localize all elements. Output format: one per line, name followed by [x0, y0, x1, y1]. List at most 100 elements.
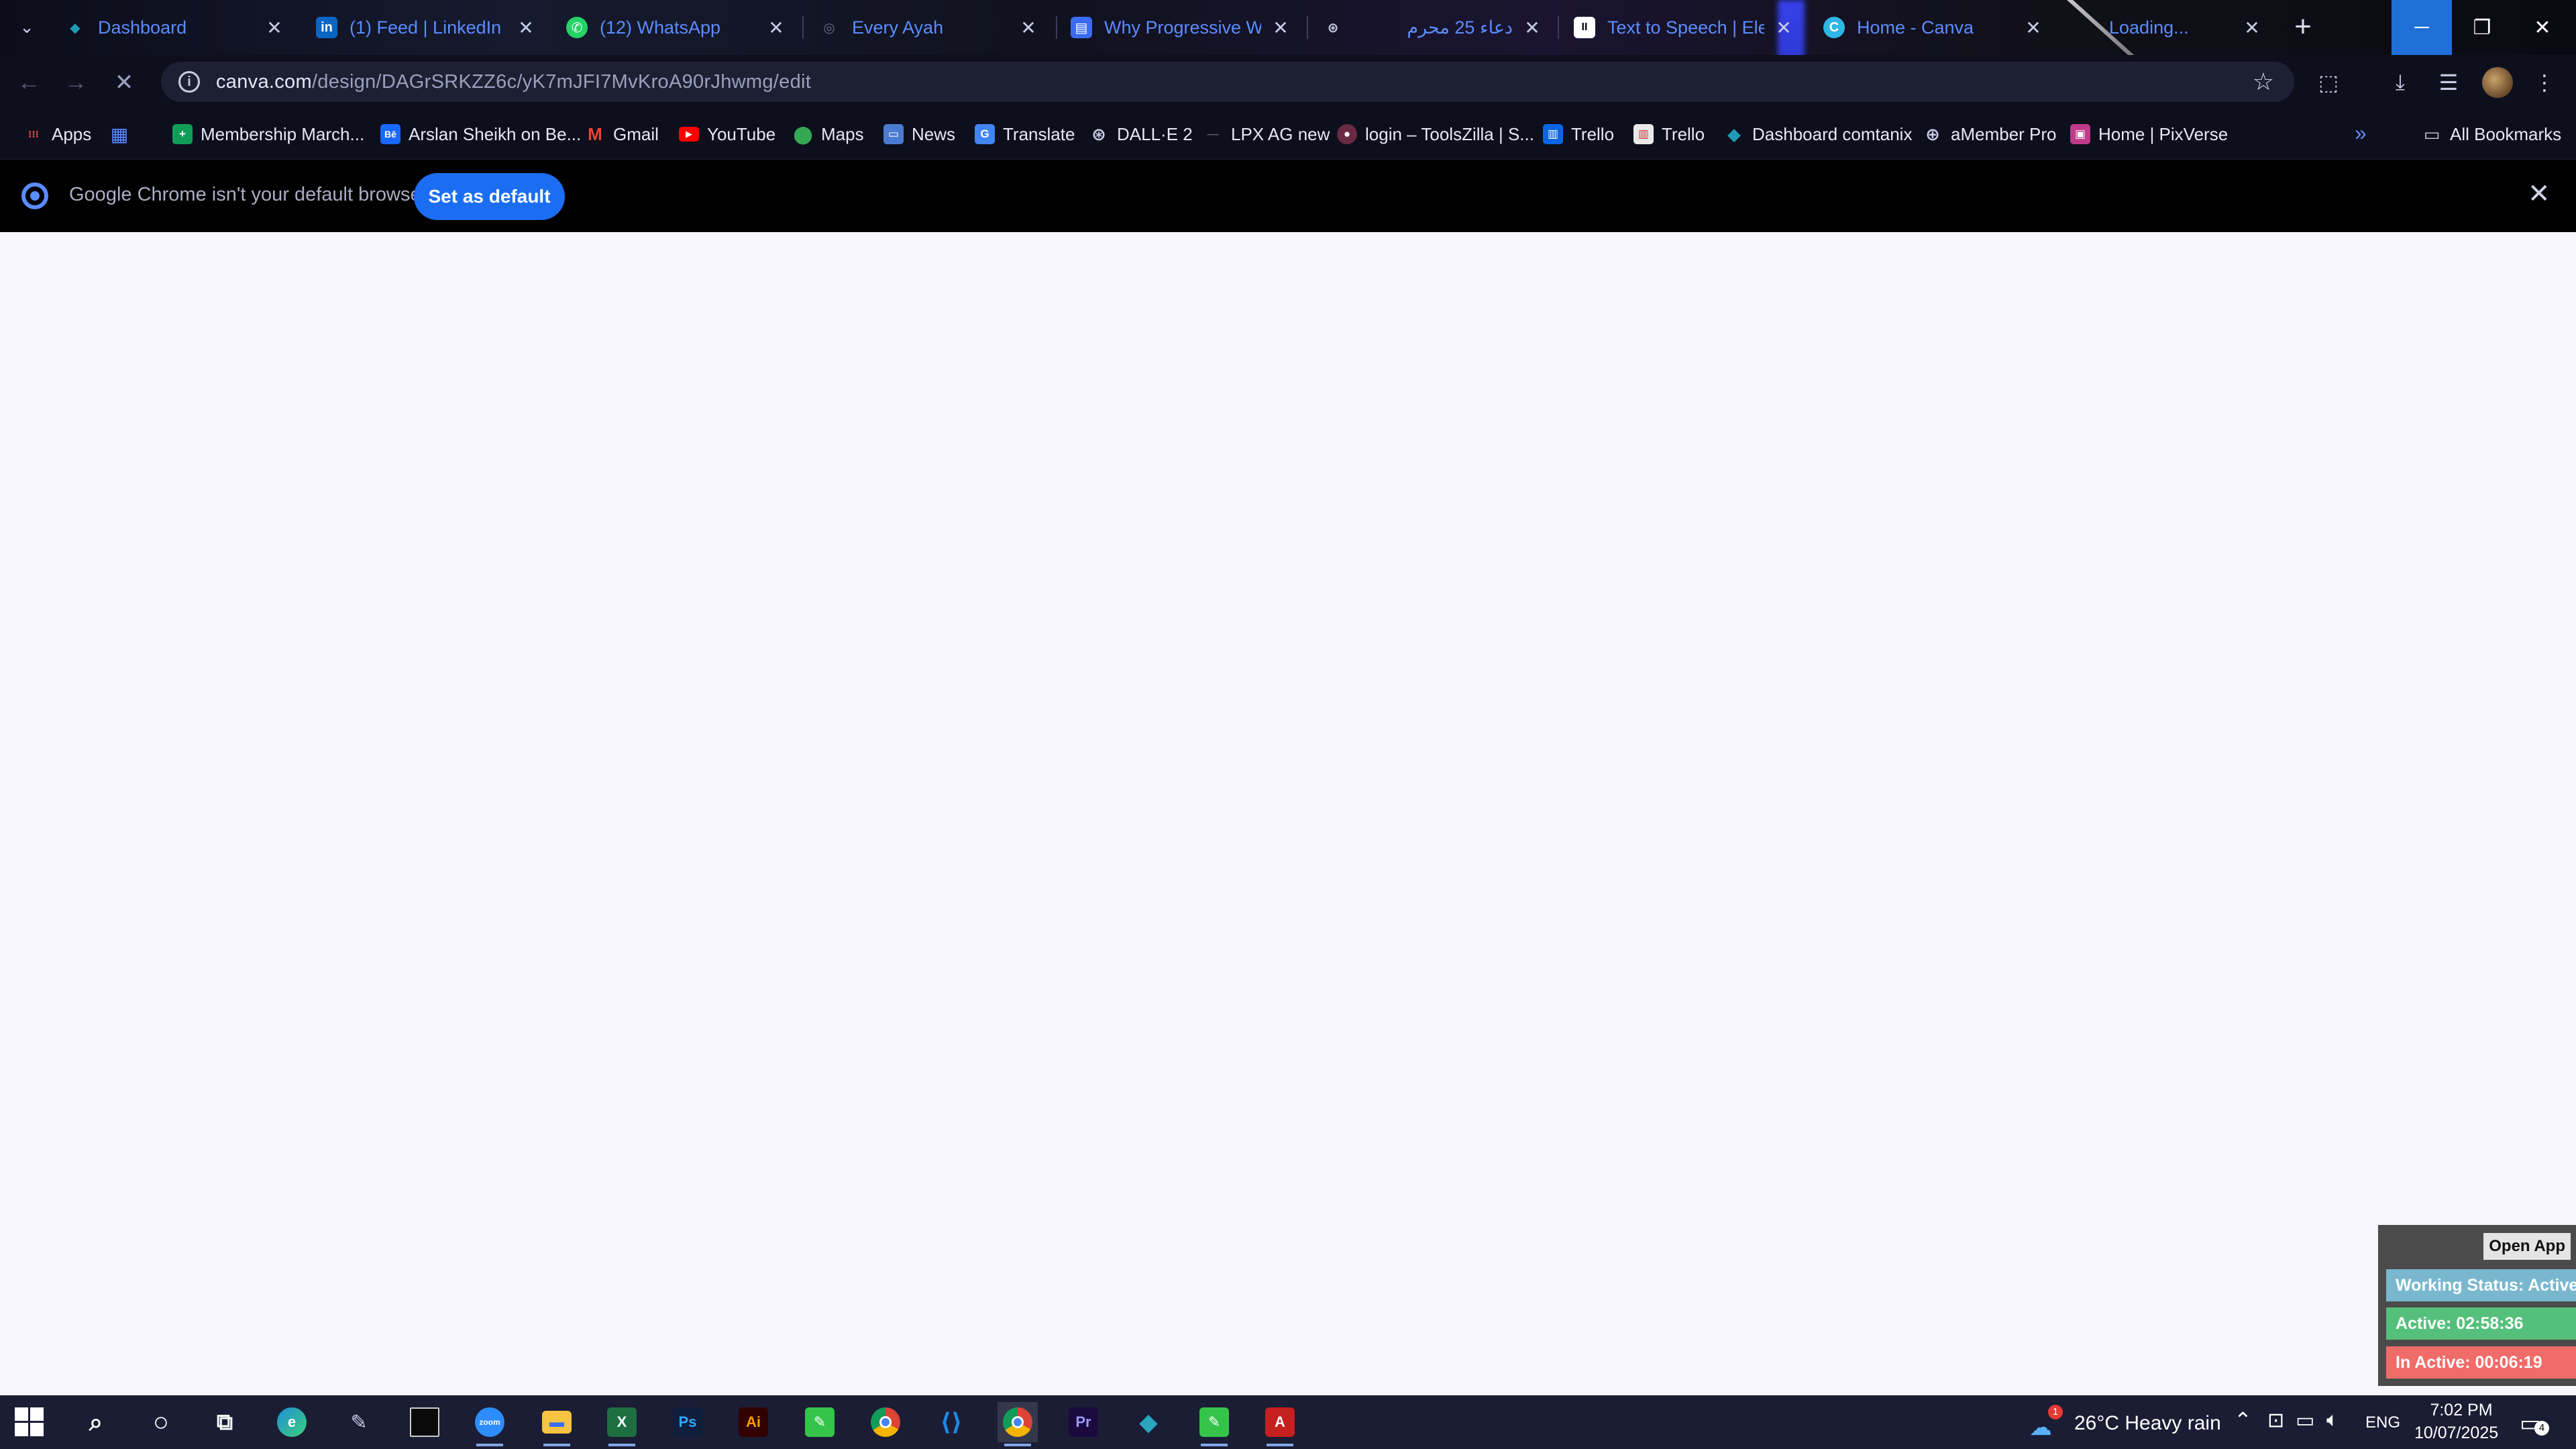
- bookmark-gmail[interactable]: M Gmail: [585, 121, 659, 148]
- tab-search-chevron-icon[interactable]: ⌄: [12, 12, 42, 42]
- taskbar-illustrator-icon[interactable]: Ai: [733, 1402, 773, 1442]
- window-minimize-icon[interactable]: ─: [2392, 0, 2452, 55]
- back-arrow-icon[interactable]: ←: [12, 66, 46, 99]
- bookmark-label: LPX AG new: [1231, 123, 1330, 144]
- tab-close-icon[interactable]: ✕: [1271, 17, 1291, 39]
- tab-close-icon[interactable]: ✕: [1522, 17, 1542, 39]
- volume-icon[interactable]: 🔈︎: [2326, 1409, 2339, 1432]
- open-app-button[interactable]: Open App: [2483, 1233, 2571, 1260]
- bookmark-youtube[interactable]: ▶ YouTube: [679, 121, 775, 148]
- bookmark-label: Trello: [1571, 123, 1615, 144]
- new-tab-plus-icon[interactable]: +: [2286, 9, 2320, 44]
- working-status-label: Working Status: Active: [2386, 1269, 2576, 1301]
- taskbar-green-app-icon[interactable]: ✎: [800, 1402, 840, 1442]
- tab-close-icon[interactable]: ✕: [516, 17, 536, 39]
- taskbar-task-view-icon[interactable]: ⧉: [205, 1402, 245, 1442]
- bookmark-toolszilla[interactable]: ● login – ToolsZilla | S...: [1337, 121, 1534, 148]
- all-bookmarks[interactable]: ▭ All Bookmarks: [2422, 121, 2561, 148]
- taskbar-premiere-icon[interactable]: Pr: [1063, 1402, 1104, 1442]
- bookmark-amember[interactable]: ⊕ aMember Pro: [1923, 121, 2056, 148]
- tab-close-icon[interactable]: ✕: [1774, 17, 1794, 39]
- taskbar-file-explorer-icon[interactable]: ▬: [537, 1402, 577, 1446]
- tab-canva-home[interactable]: C Home - Canva ✕: [1813, 7, 2054, 48]
- tab-close-icon[interactable]: ✕: [2023, 17, 2043, 39]
- bookmark-label: login – ToolsZilla | S...: [1365, 123, 1534, 144]
- bookmark-label: Maps: [821, 123, 864, 144]
- stop-loading-icon[interactable]: ✕: [107, 66, 141, 99]
- tab-close-icon[interactable]: ✕: [766, 17, 786, 39]
- infobar-close-icon[interactable]: ✕: [2528, 178, 2551, 209]
- taskbar-pen-icon[interactable]: ✎: [339, 1402, 379, 1442]
- bookmark-translate[interactable]: G Translate: [975, 121, 1075, 148]
- windows-start-icon[interactable]: [15, 1407, 44, 1437]
- menu-kebab-icon[interactable]: ⋮: [2529, 67, 2560, 98]
- tab-every-ayah[interactable]: ◎ Every Ayah ✕: [808, 7, 1049, 48]
- tab-whatsapp[interactable]: ✆ (12) WhatsApp ✕: [555, 7, 797, 48]
- window-restore-icon[interactable]: ❐: [2452, 0, 2512, 55]
- extensions-puzzle-icon[interactable]: ⬚: [2313, 67, 2344, 98]
- tab-close-icon[interactable]: ✕: [264, 17, 284, 39]
- taskbar-edge-icon[interactable]: e: [272, 1402, 312, 1442]
- bookmark-behance[interactable]: Bē Arslan Sheikh on Be...: [380, 121, 581, 148]
- bookmark-dashboard-comtanix[interactable]: ◆ Dashboard comtanix: [1724, 121, 1912, 148]
- tab-close-icon[interactable]: ✕: [2242, 17, 2262, 39]
- tab-favicon-icon: ▤: [1071, 17, 1092, 38]
- taskbar-green-app-2-icon[interactable]: ✎: [1194, 1402, 1234, 1446]
- taskbar-diamond-app-icon[interactable]: ◆: [1128, 1402, 1169, 1442]
- url-text[interactable]: canva.com/design/DAGrSRKZZ6c/yK7mJFI7MvK…: [216, 71, 811, 93]
- tab-dua[interactable]: ⊛ دعاء 25 محرم ✕: [1311, 7, 1553, 48]
- taskbar-vscode-icon[interactable]: ⟨⟩: [931, 1402, 971, 1442]
- bookmark-membership[interactable]: + Membership March...: [172, 121, 364, 148]
- bookmark-tab-groups[interactable]: ▦: [109, 121, 138, 148]
- inactive-time-label: In Active: 00:06:19: [2386, 1346, 2576, 1379]
- site-info-icon[interactable]: i: [178, 71, 200, 93]
- tab-loading-active[interactable]: Loading... ✕: [2065, 7, 2273, 48]
- taskbar-photoshop-icon[interactable]: Ps: [667, 1402, 708, 1442]
- tab-progressive-web[interactable]: ▤ Why Progressive Web ✕: [1060, 7, 1301, 48]
- clock-time[interactable]: 7:02 PM: [2424, 1401, 2498, 1420]
- taskbar-chrome-icon[interactable]: [865, 1402, 906, 1442]
- taskbar-acrobat-icon[interactable]: A: [1260, 1402, 1300, 1446]
- taskbar-chrome-active-icon[interactable]: [998, 1402, 1038, 1446]
- tray-app-icon[interactable]: ⊡: [2267, 1409, 2284, 1432]
- profile-avatar[interactable]: [2482, 67, 2513, 98]
- weather-text[interactable]: 26°C Heavy rain: [2074, 1412, 2221, 1435]
- tab-favicon-icon: II: [1574, 17, 1595, 38]
- notification-center-icon[interactable]: ▭ 4: [2517, 1407, 2551, 1438]
- bookmark-trello-2[interactable]: ▥ Trello: [1633, 121, 1705, 148]
- openai-icon: ⊛: [1091, 123, 1106, 144]
- bookmark-lpx[interactable]: — LPX AG new: [1203, 121, 1330, 148]
- language-indicator[interactable]: ENG: [2365, 1413, 2400, 1432]
- more-bookmarks-chevron-icon[interactable]: »: [2355, 121, 2367, 146]
- tab-elevenlabs[interactable]: II Text to Speech | Eleve ✕: [1563, 7, 1805, 48]
- window-close-icon[interactable]: ✕: [2512, 0, 2573, 55]
- reading-list-icon[interactable]: ☰: [2433, 67, 2464, 98]
- taskbar-excel-icon[interactable]: X: [602, 1402, 642, 1446]
- tab-strip: ⌄ ◆ Dashboard ✕ in (1) Feed | LinkedIn ✕…: [0, 0, 2576, 55]
- tab-linkedin[interactable]: in (1) Feed | LinkedIn ✕: [305, 7, 547, 48]
- tab-title: Why Progressive Web: [1104, 17, 1261, 38]
- taskbar-cortana-icon[interactable]: ○: [141, 1402, 181, 1442]
- network-icon[interactable]: ▭: [2296, 1409, 2314, 1432]
- downloads-icon[interactable]: ⤓: [2385, 67, 2416, 98]
- bookmark-star-icon[interactable]: ☆: [2253, 68, 2274, 96]
- tab-close-icon[interactable]: ✕: [1018, 17, 1038, 39]
- tab-loading-spinner-icon: [2076, 17, 2097, 38]
- clock-date[interactable]: 10/07/2025: [2414, 1424, 2498, 1443]
- weather-icon[interactable]: ☁ 1: [2029, 1405, 2063, 1440]
- tab-dashboard[interactable]: ◆ Dashboard ✕: [54, 7, 295, 48]
- bookmark-maps[interactable]: ⬤ Maps: [793, 121, 864, 148]
- taskbar-search-icon[interactable]: ⌕: [76, 1402, 116, 1442]
- bookmark-trello-1[interactable]: ▥ Trello: [1543, 121, 1614, 148]
- bookmark-pixverse[interactable]: ▣ Home | PixVerse: [2070, 121, 2228, 148]
- tray-chevron-up-icon[interactable]: ⌃: [2234, 1407, 2252, 1433]
- bookmark-apps[interactable]: ⁝⁝⁝ Apps: [23, 121, 91, 148]
- forward-arrow-icon[interactable]: →: [59, 66, 93, 99]
- bookmark-news[interactable]: ▭ News: [883, 121, 955, 148]
- set-as-default-button[interactable]: Set as default: [414, 173, 565, 220]
- taskbar-terminal-icon[interactable]: [405, 1402, 445, 1442]
- taskbar-zoom-icon[interactable]: zoom: [470, 1402, 510, 1446]
- address-bar[interactable]: i canva.com/design/DAGrSRKZZ6c/yK7mJFI7M…: [161, 62, 2294, 102]
- bookmark-dalle[interactable]: ⊛ DALL·E 2: [1089, 121, 1193, 148]
- trello-icon: ▥: [1543, 124, 1563, 144]
